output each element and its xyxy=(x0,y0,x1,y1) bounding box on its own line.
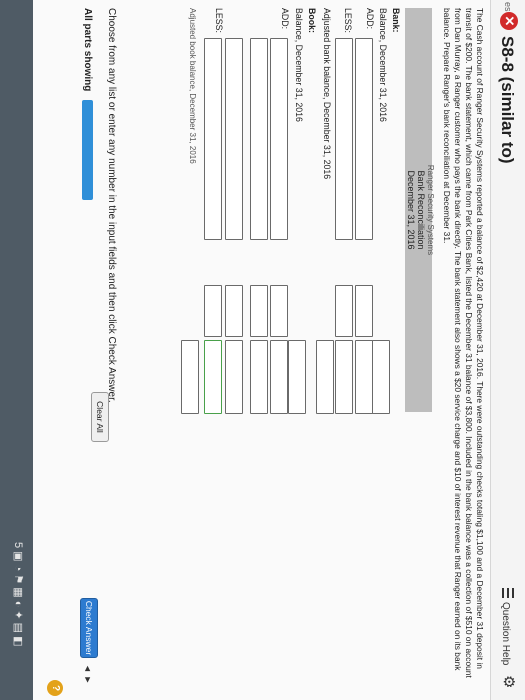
book-less-description-select-2[interactable] xyxy=(204,38,222,240)
book-add-total-input-1[interactable] xyxy=(270,340,288,414)
bank-less-label: LESS: xyxy=(343,8,353,33)
help-circle-icon[interactable]: ? xyxy=(47,680,63,696)
book-add-total-input-2[interactable] xyxy=(250,340,268,414)
bank-balance-input[interactable] xyxy=(372,340,390,414)
list-icon xyxy=(502,588,514,598)
book-balance-input[interactable] xyxy=(288,340,306,414)
reconciliation-header: Ranger Security Systems Bank Reconciliat… xyxy=(405,8,435,412)
book-less-amount-input-1[interactable] xyxy=(225,285,243,337)
bank-less-total-input[interactable] xyxy=(335,340,353,414)
clear-all-button[interactable]: Clear All xyxy=(91,392,109,442)
question-title: S8-8 (similar to) xyxy=(498,36,517,164)
company-name: Ranger Security Systems xyxy=(426,164,435,256)
book-less-label: LESS: xyxy=(214,8,224,33)
adjusted-bank-balance-input[interactable] xyxy=(316,340,334,414)
book-add-label: ADD: xyxy=(280,8,290,30)
book-less-amount-input-2[interactable] xyxy=(204,285,222,337)
bank-less-description-select[interactable] xyxy=(335,38,353,240)
check-answer-button[interactable]: Check Answer xyxy=(80,598,98,658)
adjusted-book-balance-input[interactable] xyxy=(181,340,199,414)
reconciliation-title: Bank Reconciliation xyxy=(416,170,426,250)
bank-add-description-select[interactable] xyxy=(355,38,373,240)
problem-statement: The Cash account of Ranger Security Syst… xyxy=(442,8,485,678)
bank-balance-label: Balance, December 31, 2016 xyxy=(378,8,388,122)
prev-arrow-icon[interactable]: ◄ xyxy=(83,664,93,673)
question-help-label: Question Help xyxy=(500,602,511,666)
rotated-window: es ✕ S8-8 (similar to) Question Help ⚙ T… xyxy=(0,0,525,700)
bank-section-label: Bank: xyxy=(391,8,401,33)
system-tray-icons: 5 ▣ ◔ ⚑ ▦ ◐ ✦ ▤ ◧ xyxy=(12,542,24,647)
book-less-description-select-1[interactable] xyxy=(225,38,243,240)
adjusted-bank-balance-label: Adjusted bank balance, December 31, 2016 xyxy=(322,8,332,180)
all-parts-label: All parts showing xyxy=(82,8,93,92)
screen-photo: es ✕ S8-8 (similar to) Question Help ⚙ T… xyxy=(0,0,525,700)
bank-add-total-input[interactable] xyxy=(355,340,373,414)
instruction-text: Choose from any list or enter any number… xyxy=(106,8,117,403)
adjusted-book-balance-label: Adjusted book balance, December 31, 2016 xyxy=(188,8,197,164)
book-add-description-select-2[interactable] xyxy=(250,38,268,240)
book-less-total-input-1[interactable] xyxy=(225,340,243,414)
question-nav: ◄ ► xyxy=(83,664,93,684)
next-arrow-icon[interactable]: ► xyxy=(83,675,93,684)
bank-add-amount-input[interactable] xyxy=(355,285,373,337)
book-balance-label: Balance, December 31, 2016 xyxy=(294,8,304,122)
reconciliation-date: December 31, 2016 xyxy=(406,170,416,250)
sidebar-edge-text: es xyxy=(503,2,513,12)
book-section-label: Book: xyxy=(307,8,317,33)
progress-bar xyxy=(82,100,93,200)
book-less-total-input-2[interactable] xyxy=(204,340,222,414)
gear-icon[interactable]: ⚙ xyxy=(500,675,518,688)
book-add-amount-input-1[interactable] xyxy=(270,285,288,337)
bank-add-label: ADD: xyxy=(365,8,375,30)
bank-less-amount-input[interactable] xyxy=(335,285,353,337)
homework-page: es ✕ S8-8 (similar to) Question Help ⚙ T… xyxy=(0,0,525,700)
question-help-button[interactable]: Question Help xyxy=(500,588,515,665)
incorrect-icon: ✕ xyxy=(500,12,518,30)
question-header: es ✕ S8-8 (similar to) Question Help ⚙ xyxy=(490,0,525,700)
taskbar: 5 ▣ ◔ ⚑ ▦ ◐ ✦ ▤ ◧ xyxy=(0,0,33,700)
book-add-description-select-1[interactable] xyxy=(270,38,288,240)
book-add-amount-input-2[interactable] xyxy=(250,285,268,337)
